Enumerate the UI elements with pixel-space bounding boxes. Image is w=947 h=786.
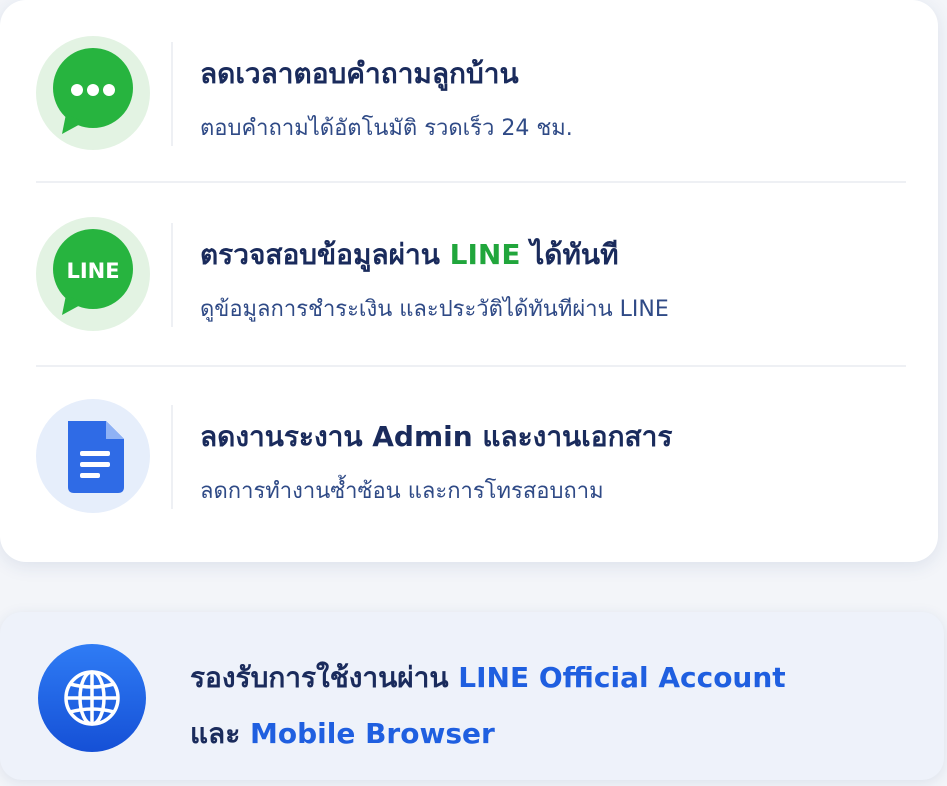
feature-separator xyxy=(171,42,173,146)
feature-item-reduce-admin: ลดงานระงาน Admin และงานเอกสาร ลดการทำงาน… xyxy=(0,375,938,535)
feature-title: ลดงานระงาน Admin และงานเอกสาร xyxy=(200,420,673,453)
banner-line-2-highlight: Mobile Browser xyxy=(250,717,495,750)
svg-text:LINE: LINE xyxy=(66,259,119,283)
feature-description: ดูข้อมูลการชำระเงิน และประวัติได้ทันทีผ่… xyxy=(200,297,669,322)
chat-bubble-icon xyxy=(36,36,150,150)
features-card: ลดเวลาตอบคำถามลูกบ้าน ตอบคำถามได้อัตโนมั… xyxy=(0,0,938,562)
feature-item-line-check: LINE ตรวจสอบข้อมูลผ่าน LINE ได้ทันที ดูข… xyxy=(0,193,938,353)
line-logo-icon: LINE xyxy=(36,217,150,331)
globe-icon xyxy=(36,642,148,754)
feature-separator xyxy=(171,223,173,327)
banner-line-2-prefix: และ xyxy=(190,717,250,750)
feature-title: ตรวจสอบข้อมูลผ่าน LINE ได้ทันที xyxy=(200,233,619,277)
feature-title-highlight: LINE xyxy=(449,238,521,271)
feature-title-prefix: ตรวจสอบข้อมูลผ่าน xyxy=(200,238,450,271)
feature-title: ลดเวลาตอบคำถามลูกบ้าน xyxy=(200,57,519,90)
feature-description: ตอบคำถามได้อัตโนมัติ รวดเร็ว 24 ชม. xyxy=(200,116,573,141)
banner-line-1-prefix: รองรับการใช้งานผ่าน xyxy=(190,661,459,694)
divider xyxy=(36,365,906,367)
feature-item-auto-reply: ลดเวลาตอบคำถามลูกบ้าน ตอบคำถามได้อัตโนมั… xyxy=(0,12,938,172)
divider xyxy=(36,181,906,183)
feature-separator xyxy=(171,405,173,509)
feature-description: ลดการทำงานซ้ำซ้อน และการโทรสอบถาม xyxy=(200,479,604,504)
platform-support-banner: รองรับการใช้งานผ่าน LINE Official Accoun… xyxy=(0,612,944,780)
banner-line-1-highlight: LINE Official Account xyxy=(458,661,786,694)
banner-line-2: และ Mobile Browser xyxy=(190,712,495,756)
document-icon xyxy=(36,399,150,513)
banner-line-1: รองรับการใช้งานผ่าน LINE Official Accoun… xyxy=(190,656,786,700)
feature-title-suffix: ได้ทันที xyxy=(520,238,619,271)
